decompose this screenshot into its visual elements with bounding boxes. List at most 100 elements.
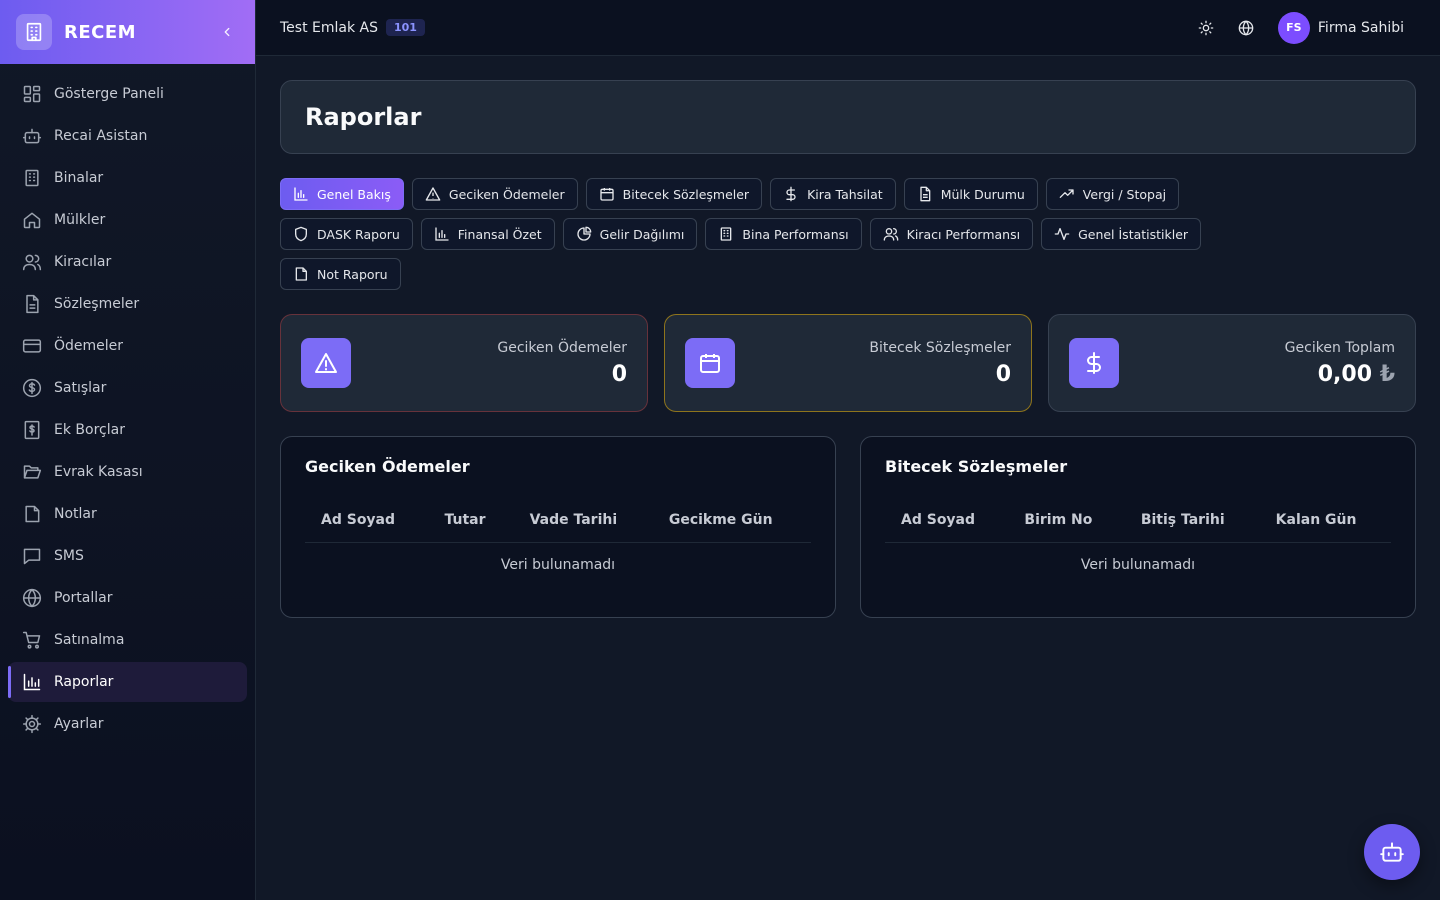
building-logo-icon (16, 14, 52, 50)
tab-dask-raporu[interactable]: DASK Raporu (280, 218, 413, 250)
sidebar-item-odemeler[interactable]: Ödemeler (8, 326, 247, 366)
sidebar-item-label: Notlar (54, 506, 97, 522)
message-icon (22, 546, 42, 566)
table-row: Veri bulunamadı (885, 543, 1391, 573)
gear-icon (22, 714, 42, 734)
tab-genel-istatistikler[interactable]: Genel İstatistikler (1041, 218, 1202, 250)
folder-open-icon (22, 462, 42, 482)
sidebar: RECEM Gösterge Paneli Recai Asistan Bina… (0, 0, 256, 900)
table-header-row: Ad Soyad Birim No Bitiş Tarihi Kalan Gün (885, 502, 1391, 543)
tab-finansal-ozet[interactable]: Finansal Özet (420, 218, 555, 250)
stat-text: Geciken Toplam 0,00 ₺ (1285, 340, 1395, 387)
bar-chart-icon (434, 226, 450, 242)
main-content: Raporlar Genel Bakış Geciken Ödemeler Bi… (280, 80, 1416, 618)
shield-icon (293, 226, 309, 242)
bar-chart-icon (293, 186, 309, 202)
expiring-contracts-panel: Bitecek Sözleşmeler Ad Soyad Birim No Bi… (860, 436, 1416, 618)
sidebar-item-evrak-kasasi[interactable]: Evrak Kasası (8, 452, 247, 492)
trending-up-icon (1059, 186, 1075, 202)
tab-genel-bakis[interactable]: Genel Bakış (280, 178, 404, 210)
sidebar-item-notlar[interactable]: Notlar (8, 494, 247, 534)
sidebar-item-gosterge-paneli[interactable]: Gösterge Paneli (8, 74, 247, 114)
dollar-icon (1069, 338, 1119, 388)
tab-not-raporu[interactable]: Not Raporu (280, 258, 401, 290)
building-icon (22, 168, 42, 188)
sticky-note-icon (22, 504, 42, 524)
tab-geciken-odemeler[interactable]: Geciken Ödemeler (411, 178, 578, 210)
tab-label: Not Raporu (317, 266, 388, 282)
column-header: Birim No (1008, 502, 1125, 543)
topbar: Test Emlak AS 101 FS Firma Sahibi (256, 0, 1440, 56)
sun-icon[interactable] (1190, 12, 1222, 44)
tab-label: Genel İstatistikler (1078, 226, 1189, 242)
receipt-icon (22, 420, 42, 440)
column-header: Ad Soyad (305, 502, 429, 543)
overdue-payments-table: Ad Soyad Tutar Vade Tarihi Gecikme Gün V… (305, 502, 811, 573)
tab-gelir-dagilimi[interactable]: Gelir Dağılımı (562, 218, 698, 250)
sidebar-item-binalar[interactable]: Binalar (8, 158, 247, 198)
globe-icon (22, 588, 42, 608)
tab-label: Geciken Ödemeler (448, 186, 565, 202)
pie-chart-icon (576, 226, 592, 242)
activity-icon (1054, 226, 1070, 242)
user-menu[interactable]: FS Firma Sahibi (1277, 11, 1416, 44)
tab-bitecek-sozlesmeler[interactable]: Bitecek Sözleşmeler (585, 178, 763, 210)
page-title: Raporlar (305, 103, 422, 131)
alert-triangle-icon (301, 338, 351, 388)
sidebar-item-recai-asistan[interactable]: Recai Asistan (8, 116, 247, 156)
report-panels: Geciken Ödemeler Ad Soyad Tutar Vade Tar… (280, 436, 1416, 618)
sidebar-nav: Gösterge Paneli Recai Asistan Binalar Mü… (0, 64, 255, 744)
panel-title: Geciken Ödemeler (305, 457, 470, 476)
column-header: Ad Soyad (885, 502, 1009, 543)
tab-kiraci-performansi[interactable]: Kiracı Performansı (869, 218, 1034, 250)
sidebar-item-sms[interactable]: SMS (8, 536, 247, 576)
document-icon (917, 186, 933, 202)
robot-icon (1379, 839, 1405, 865)
avatar: FS (1277, 11, 1310, 44)
brand-header: RECEM (0, 0, 255, 64)
tab-kira-tahsilat[interactable]: Kira Tahsilat (770, 178, 896, 210)
sidebar-item-satislar[interactable]: Satışlar (8, 368, 247, 408)
sidebar-item-label: Satışlar (54, 380, 107, 396)
stat-card-bitecek-sozlesmeler: Bitecek Sözleşmeler 0 (664, 314, 1032, 412)
tab-label: Bitecek Sözleşmeler (622, 186, 750, 202)
users-icon (22, 252, 42, 272)
sidebar-item-label: Ek Borçlar (54, 422, 125, 438)
cart-icon (22, 630, 42, 650)
grid-icon (22, 84, 42, 104)
currency-symbol: ₺ (1379, 361, 1395, 387)
tab-bina-performansi[interactable]: Bina Performansı (705, 218, 862, 250)
sidebar-item-raporlar[interactable]: Raporlar (8, 662, 247, 702)
sidebar-item-ayarlar[interactable]: Ayarlar (8, 704, 247, 744)
tab-label: Gelir Dağılımı (599, 226, 685, 242)
stat-text: Bitecek Sözleşmeler 0 (869, 340, 1011, 387)
calendar-icon (685, 338, 735, 388)
sidebar-item-label: SMS (54, 548, 84, 564)
company-code-badge: 101 (386, 19, 425, 36)
empty-state: Veri bulunamadı (500, 557, 616, 573)
sidebar-item-ek-borclar[interactable]: Ek Borçlar (8, 410, 247, 450)
sidebar-item-label: Binalar (54, 170, 104, 186)
sidebar-item-portallar[interactable]: Portallar (8, 578, 247, 618)
sidebar-item-sozlesmeler[interactable]: Sözleşmeler (8, 284, 247, 324)
sidebar-item-satinalma[interactable]: Satınalma (8, 620, 247, 660)
dollar-circle-icon (22, 378, 42, 398)
table-row: Veri bulunamadı (305, 543, 811, 573)
stat-card-geciken-toplam: Geciken Toplam 0,00 ₺ (1048, 314, 1416, 412)
sidebar-item-mulkler[interactable]: Mülkler (8, 200, 247, 240)
user-name: Firma Sahibi (1317, 19, 1404, 36)
chevron-left-icon[interactable] (215, 20, 239, 44)
assistant-fab-button[interactable] (1364, 824, 1420, 880)
sidebar-item-label: Portallar (54, 590, 113, 606)
expiring-contracts-table: Ad Soyad Birim No Bitiş Tarihi Kalan Gün… (885, 502, 1391, 573)
sidebar-item-kiracilar[interactable]: Kiracılar (8, 242, 247, 282)
globe-icon[interactable] (1230, 12, 1262, 44)
stat-cards: Geciken Ödemeler 0 Bitecek Sözleşmeler 0… (280, 314, 1416, 412)
tab-vergi-stopaj[interactable]: Vergi / Stopaj (1045, 178, 1180, 210)
stat-card-geciken-odemeler: Geciken Ödemeler 0 (280, 314, 648, 412)
tab-mulk-durumu[interactable]: Mülk Durumu (903, 178, 1038, 210)
column-header: Kalan Gün (1259, 502, 1391, 543)
panel-title: Bitecek Sözleşmeler (885, 457, 1068, 476)
stat-amount: 0,00 (1317, 361, 1373, 387)
topbar-actions: FS Firma Sahibi (1182, 11, 1416, 44)
